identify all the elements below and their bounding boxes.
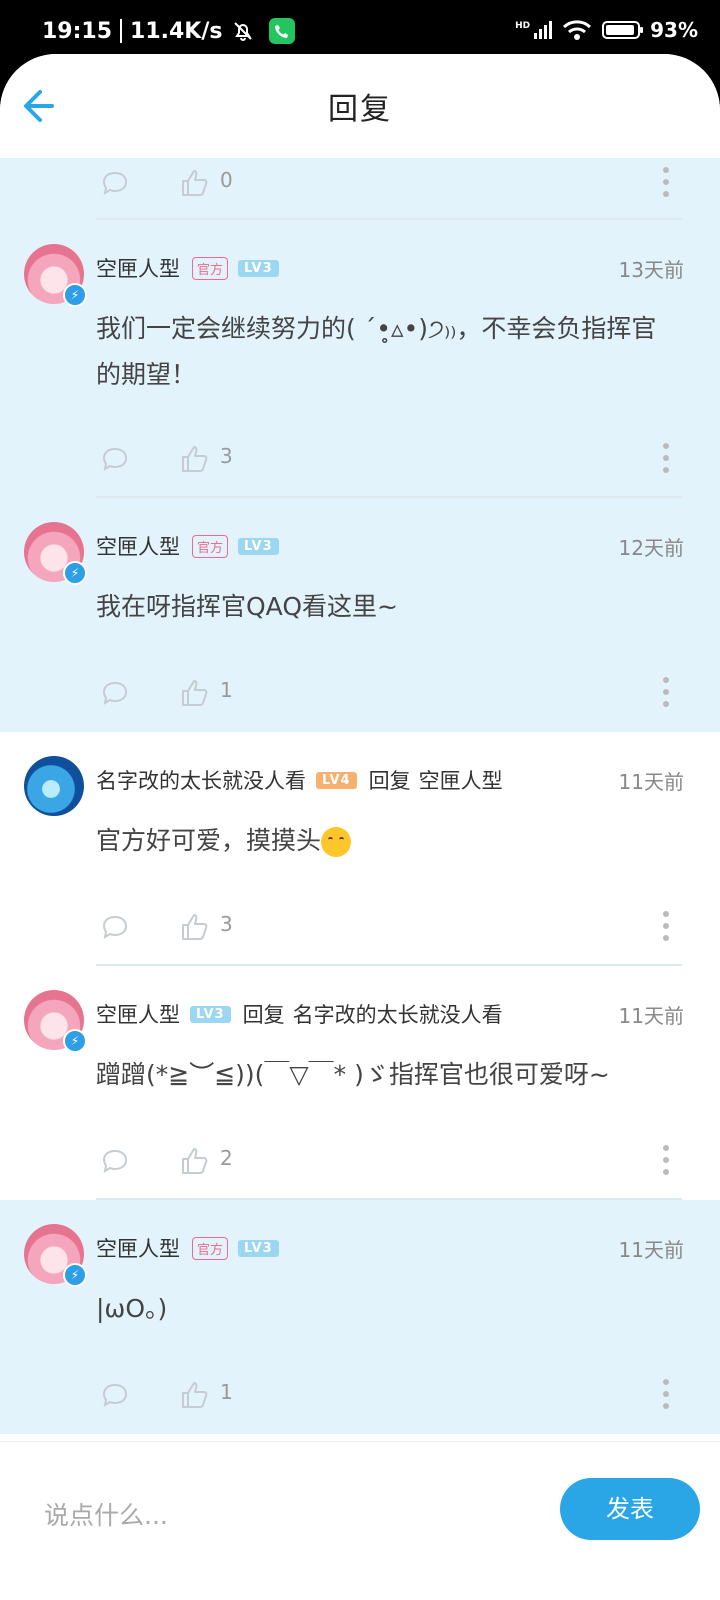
comment-icon[interactable] xyxy=(100,678,130,708)
battery-icon xyxy=(602,21,644,39)
comment-icon[interactable] xyxy=(100,444,130,474)
timestamp: 12天前 xyxy=(618,535,684,560)
more-options-icon[interactable] xyxy=(660,1142,672,1178)
timestamp: 11天前 xyxy=(618,769,684,794)
comment-icon[interactable] xyxy=(100,1146,130,1176)
reply-target[interactable]: 名字改的太长就没人看 xyxy=(293,999,503,1029)
like-count: 2 xyxy=(220,1146,233,1170)
like-icon[interactable] xyxy=(180,678,210,708)
send-button[interactable]: 发表 xyxy=(560,1478,700,1540)
network-speed: 11.4K/s xyxy=(130,18,223,44)
like-icon[interactable] xyxy=(180,444,210,474)
comment-text: 我在呀指挥官QAQ看这里~ xyxy=(96,592,398,621)
username[interactable]: 名字改的太长就没人看 xyxy=(96,765,306,795)
wifi-icon xyxy=(563,20,592,40)
like-count: 3 xyxy=(220,444,233,468)
comment-input-bar: 说点什么... 发表 xyxy=(0,1442,720,1600)
level-badge: LV3 xyxy=(238,259,279,277)
username[interactable]: 空匣人型 xyxy=(96,531,180,561)
level-badge: LV3 xyxy=(190,1005,231,1023)
reply-screen: 回复 0 ⚡ 空匣人型 官方 LV3 13天前 我们一定会继续努力的( ˊ•̥▵… xyxy=(0,54,720,1600)
comment-item: ⚡ 空匣人型 官方 LV3 12天前 我在呀指挥官QAQ看这里~ 1 xyxy=(0,498,720,732)
kiss-emoji-icon xyxy=(321,827,352,857)
comment-item: ⚡ 空匣人型 LV3 回复 名字改的太长就没人看 11天前 蹭蹭(*≧︶≦))(… xyxy=(0,966,720,1200)
previous-comment-actions: 0 xyxy=(0,158,720,220)
reply-list[interactable]: 0 ⚡ 空匣人型 官方 LV3 13天前 我们一定会继续努力的( ˊ•̥▵•)੭… xyxy=(0,158,720,1494)
status-time: 19:15 xyxy=(42,18,113,44)
hd-signal-icon: HD xyxy=(515,21,553,39)
comment-text: |ωO。) xyxy=(96,1294,168,1323)
like-count: 1 xyxy=(220,1380,233,1404)
comment-item: 名字改的太长就没人看 LV4 回复 空匣人型 11天前 官方好可爱，摸摸头 3 xyxy=(0,732,720,966)
timestamp: 11天前 xyxy=(618,1237,684,1262)
official-badge: 官方 xyxy=(192,534,229,558)
verified-icon: ⚡ xyxy=(63,561,87,585)
comment-icon[interactable] xyxy=(100,1380,130,1410)
username[interactable]: 空匣人型 xyxy=(96,999,180,1029)
like-icon[interactable] xyxy=(180,1146,210,1176)
verified-icon: ⚡ xyxy=(63,1029,87,1053)
status-divider xyxy=(120,19,123,43)
like-icon[interactable] xyxy=(180,168,210,198)
level-badge: LV3 xyxy=(238,537,279,555)
comment-icon[interactable] xyxy=(100,912,130,942)
comment-text: 我们一定会继续努力的( ˊ•̥▵•)੭₎₎，不幸会负指挥官的期望！ xyxy=(96,314,657,389)
like-count: 3 xyxy=(220,912,233,936)
level-badge: LV4 xyxy=(316,771,357,789)
top-bar: 回复 xyxy=(0,54,720,158)
more-options-icon[interactable] xyxy=(660,440,672,476)
comment-item: ⚡ 空匣人型 官方 LV3 11天前 |ωO。) 1 xyxy=(0,1200,720,1434)
like-icon[interactable] xyxy=(180,912,210,942)
timestamp: 13天前 xyxy=(618,257,684,282)
battery-percent: 93% xyxy=(650,18,698,42)
page-title: 回复 xyxy=(328,92,392,127)
more-options-icon[interactable] xyxy=(660,164,672,200)
level-badge: LV3 xyxy=(238,1239,279,1257)
username[interactable]: 空匣人型 xyxy=(96,253,180,283)
timestamp: 11天前 xyxy=(618,1003,684,1028)
phone-call-icon xyxy=(268,18,295,44)
official-badge: 官方 xyxy=(192,1236,229,1260)
username[interactable]: 空匣人型 xyxy=(96,1233,180,1263)
verified-icon: ⚡ xyxy=(63,1263,87,1287)
official-badge: 官方 xyxy=(192,256,229,280)
mute-bell-icon xyxy=(233,22,252,41)
comment-icon[interactable] xyxy=(100,168,130,198)
comment-text: 蹭蹭(*≧︶≦))(￣▽￣* )ゞ指挥官也很可爱呀~ xyxy=(96,1060,610,1089)
verified-icon: ⚡ xyxy=(63,283,87,307)
more-options-icon[interactable] xyxy=(660,1376,672,1412)
more-options-icon[interactable] xyxy=(660,674,672,710)
comment-input[interactable]: 说点什么... xyxy=(44,1486,524,1546)
more-options-icon[interactable] xyxy=(660,908,672,944)
like-count: 0 xyxy=(220,168,233,192)
comment-text: 官方好可爱，摸摸头 xyxy=(96,818,680,864)
like-icon[interactable] xyxy=(180,1380,210,1410)
avatar[interactable] xyxy=(24,756,84,816)
comment-item: ⚡ 空匣人型 官方 LV3 13天前 我们一定会继续努力的( ˊ•̥▵•)੭₎₎… xyxy=(0,220,720,498)
like-count: 1 xyxy=(220,678,233,702)
reply-label: 回复 xyxy=(242,1003,285,1027)
reply-target[interactable]: 空匣人型 xyxy=(419,765,503,795)
reply-label: 回复 xyxy=(368,769,411,793)
